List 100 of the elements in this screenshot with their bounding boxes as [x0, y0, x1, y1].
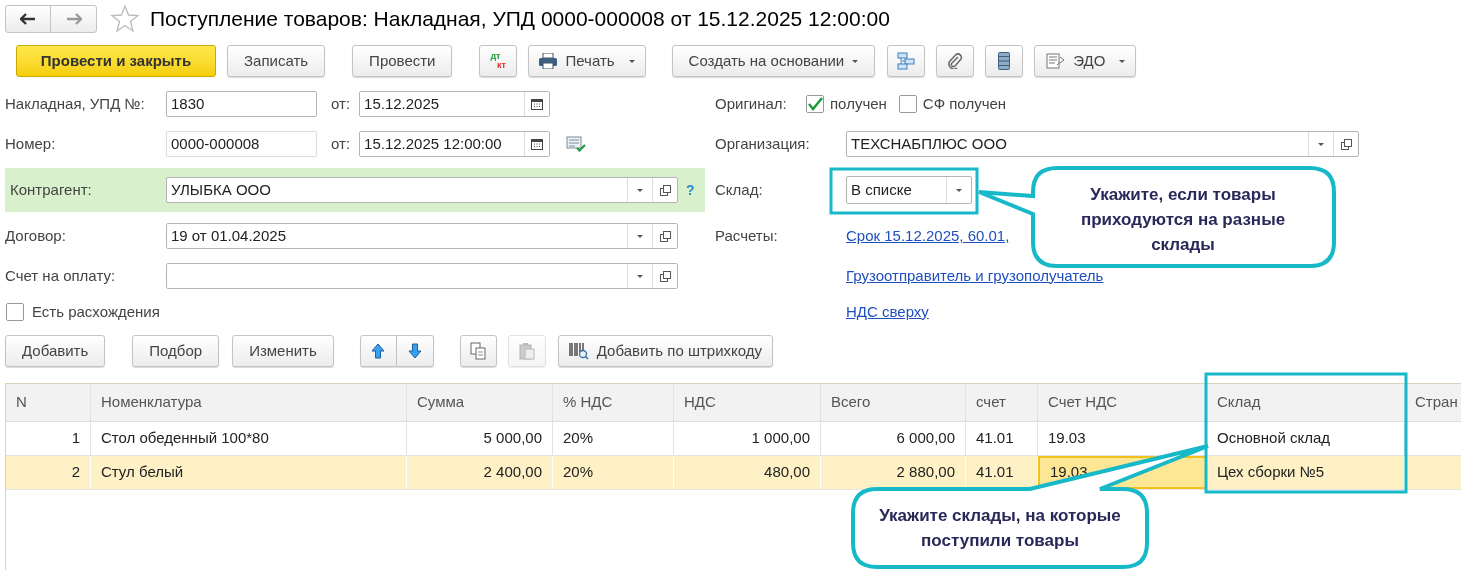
- list-button[interactable]: [985, 45, 1024, 77]
- caret-icon: [1119, 59, 1126, 63]
- back-arrow-icon: [20, 13, 36, 25]
- date-field[interactable]: 15.12.2025: [359, 91, 551, 117]
- counterparty-field[interactable]: УЛЫБКА ООО: [166, 177, 678, 203]
- field-label: от:: [331, 133, 351, 154]
- move-up-button[interactable]: [359, 335, 397, 367]
- copy-icon: [470, 342, 487, 360]
- dt-kt-button[interactable]: дт кт: [479, 45, 518, 77]
- column-header[interactable]: Сумма: [407, 384, 553, 421]
- checkbox-label: СФ получен: [922, 93, 1007, 114]
- print-button[interactable]: Печать: [528, 45, 646, 77]
- table-toolbar-button[interactable]: Изменить: [232, 335, 334, 367]
- invoice-number-field[interactable]: 1830: [166, 91, 317, 117]
- move-down-button[interactable]: [396, 335, 434, 367]
- checked-checkbox[interactable]: [806, 95, 824, 113]
- add-by-barcode-label: Добавить по штрихкоду: [596, 340, 762, 361]
- table-cell: 41.01: [966, 422, 1038, 455]
- field-label: Номер:: [5, 133, 57, 154]
- table-cell: Цех сборки №5: [1207, 456, 1405, 489]
- table-cell: 1 000,00: [674, 422, 821, 455]
- table-cell: 5 000,00: [407, 422, 553, 455]
- document-number-field[interactable]: 0000-000008: [166, 131, 317, 157]
- settlements-link[interactable]: Срок 15.12.2025, 60.01,: [846, 224, 1010, 248]
- organization-field[interactable]: ТЕХСНАБПЛЮС ООО: [846, 131, 1359, 157]
- table-row[interactable]: 1 Стол обеденный 100*80 5 000,00 20% 1 000,00 6 000,00 41.01 19.03 Основной склад: [6, 422, 1461, 456]
- dropdown-caret-icon: [956, 188, 962, 192]
- table-cell: 2: [6, 456, 91, 489]
- table-cell: 20%: [553, 422, 674, 455]
- add-by-barcode-button[interactable]: Добавить по штрихкоду: [557, 335, 773, 367]
- edo-label: ЭДО: [1073, 50, 1106, 71]
- print-label: Печать: [565, 50, 615, 71]
- calendar-icon: [531, 98, 544, 110]
- toolbar-button[interactable]: Провести: [352, 45, 453, 77]
- column-header[interactable]: Номенклатура: [91, 384, 407, 421]
- column-header[interactable]: Склад: [1207, 384, 1405, 421]
- toolbar-button[interactable]: Записать: [227, 45, 326, 77]
- column-header[interactable]: НДС: [674, 384, 821, 421]
- table-cell: Стул белый: [91, 456, 407, 489]
- open-window-icon: [659, 230, 671, 242]
- warehouse-field[interactable]: В списке: [846, 176, 972, 204]
- field-label: от:: [331, 93, 351, 114]
- kt-label: кт: [497, 61, 506, 70]
- field-label: Оригинал:: [715, 93, 788, 114]
- table-cell: 6 000,00: [821, 422, 966, 455]
- post-and-close-button[interactable]: Провести и закрыть: [16, 45, 216, 77]
- barcode-search-icon: [568, 342, 589, 360]
- contract-field[interactable]: 19 от 01.04.2025: [166, 223, 678, 249]
- list-icon: [998, 52, 1011, 70]
- table-cell: 20%: [553, 456, 674, 489]
- field-label: Организация:: [715, 133, 811, 154]
- column-header[interactable]: Стран: [1405, 384, 1461, 421]
- checkbox[interactable]: [6, 303, 24, 321]
- create-based-on-label: Создать на основании: [688, 50, 845, 71]
- table-cell: Стол обеденный 100*80: [91, 422, 407, 455]
- document-check-icon: [566, 136, 587, 152]
- create-based-on-button[interactable]: Создать на основании: [671, 45, 876, 77]
- up-arrow-icon: [371, 343, 386, 359]
- payment-invoice-field[interactable]: [166, 263, 678, 289]
- column-header[interactable]: Счет НДС: [1038, 384, 1207, 421]
- table-cell: 1: [6, 422, 91, 455]
- callout-text: Укажите, если товары приходуются на разные склады: [1079, 183, 1287, 256]
- table-toolbar-button[interactable]: Добавить: [5, 335, 106, 367]
- attach-button[interactable]: [936, 45, 975, 77]
- structure-button[interactable]: [887, 45, 926, 77]
- vat-on-top-link[interactable]: НДС сверху: [846, 300, 929, 324]
- checkbox-label: Есть расхождения: [32, 301, 160, 322]
- paperclip-icon: [947, 53, 964, 69]
- exchange-document-icon: [1045, 53, 1066, 69]
- forward-arrow-icon: [65, 13, 82, 25]
- edo-button[interactable]: ЭДО: [1034, 45, 1137, 77]
- checkbox-label: получен: [830, 93, 887, 114]
- window-title: Поступление товаров: Накладная, УПД 0000-000008 от 15.12.2025 12:00:00: [150, 6, 890, 33]
- column-header[interactable]: Всего: [821, 384, 966, 421]
- structure-icon: [897, 52, 916, 70]
- dropdown-caret-icon: [637, 274, 643, 278]
- caret-icon: [628, 59, 635, 63]
- table-toolbar-button[interactable]: Подбор: [132, 335, 220, 367]
- column-header[interactable]: счет: [966, 384, 1038, 421]
- star-icon[interactable]: [110, 4, 140, 34]
- calendar-icon: [531, 138, 544, 150]
- column-header[interactable]: % НДС: [553, 384, 674, 421]
- open-window-icon: [1340, 138, 1352, 150]
- field-label: Договор:: [5, 225, 67, 246]
- checkbox[interactable]: [898, 95, 917, 113]
- field-label: Счет на оплату:: [5, 265, 117, 286]
- callout-text: Укажите склады, на которые поступили товары: [878, 505, 1122, 552]
- dropdown-caret-icon: [1318, 142, 1324, 146]
- field-label: Склад:: [715, 179, 764, 200]
- date-time-field[interactable]: 15.12.2025 12:00:00: [359, 131, 551, 157]
- field-label: Контрагент:: [9, 179, 93, 200]
- copy-button[interactable]: [459, 335, 497, 367]
- field-label: Накладная, УПД №:: [5, 93, 146, 114]
- dropdown-caret-icon: [637, 188, 643, 192]
- printer-icon: [539, 53, 558, 69]
- consignor-link[interactable]: Грузоотправитель и грузополучатель: [846, 264, 1104, 288]
- down-arrow-icon: [407, 343, 422, 359]
- dropdown-caret-icon: [637, 234, 643, 238]
- checkmark-icon: [807, 97, 823, 111]
- column-header[interactable]: N: [6, 384, 91, 421]
